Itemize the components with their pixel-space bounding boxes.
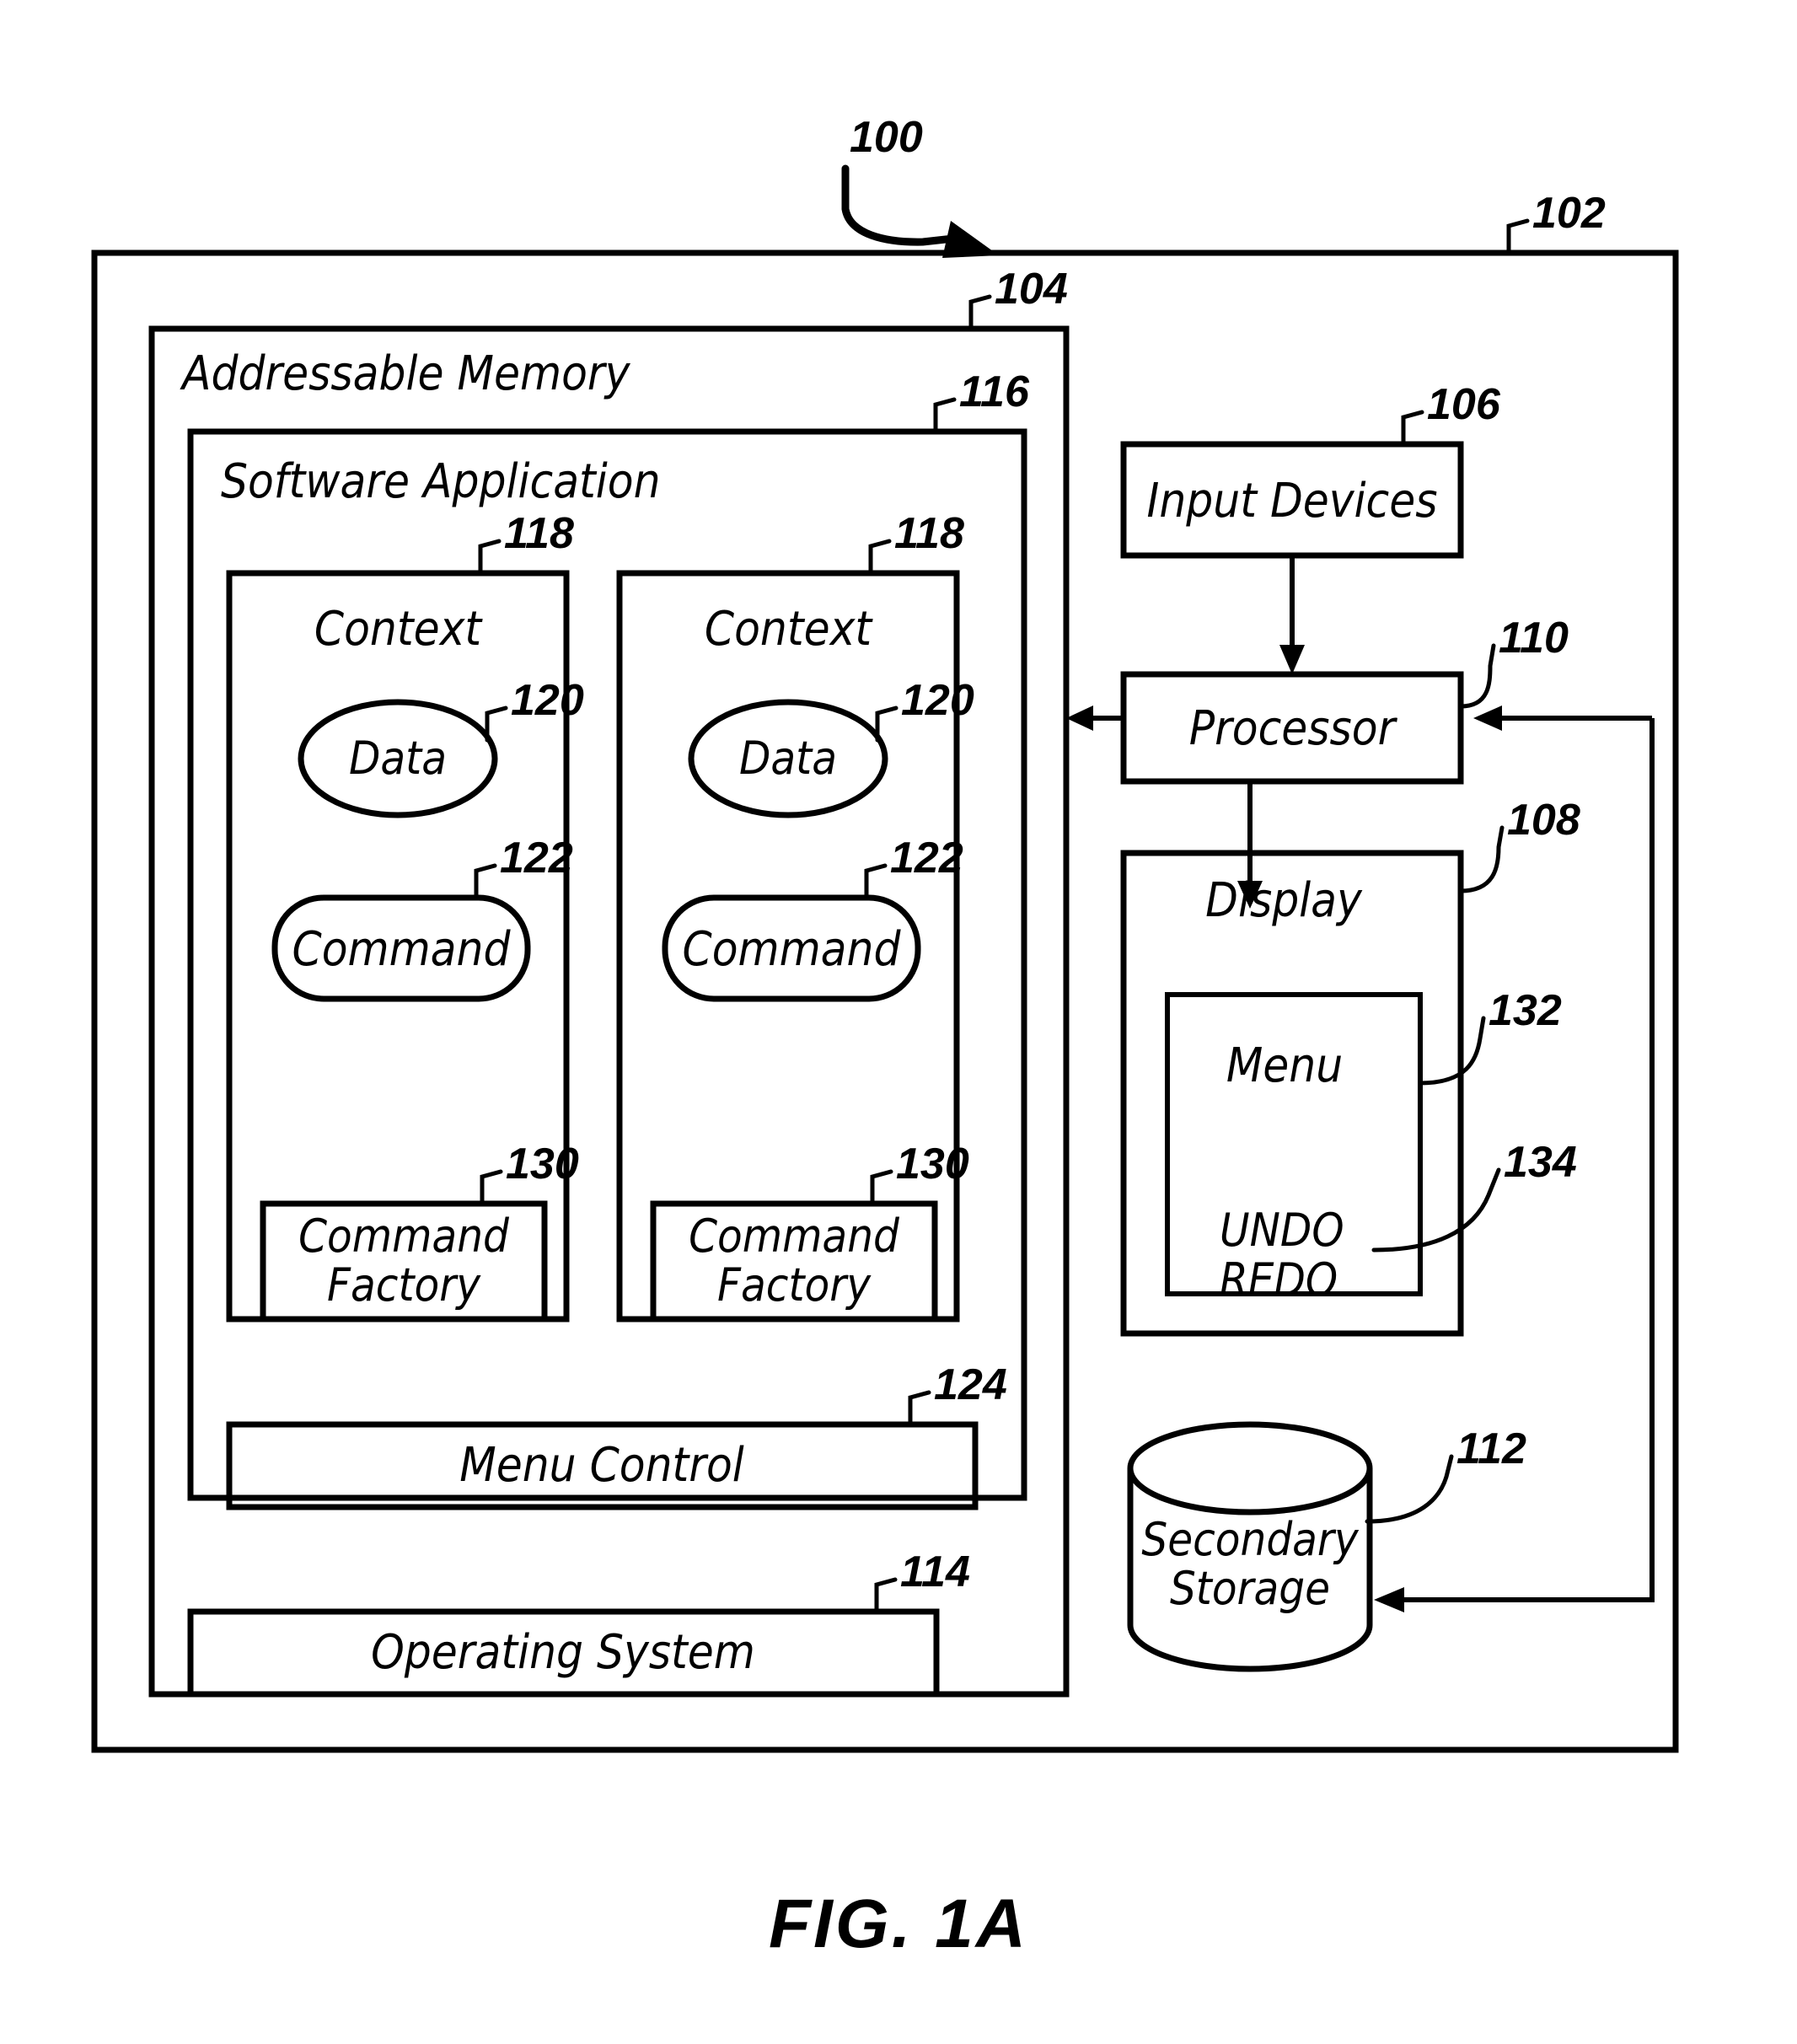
ref-102-leader	[1506, 218, 1530, 255]
secondary-storage-label-line2: Storage	[1170, 1562, 1330, 1615]
ref-116-leader	[933, 397, 957, 434]
arrow-storage-bus-to-processor	[1473, 705, 1652, 731]
arrow-input-to-processor	[1279, 555, 1305, 674]
ref-106-leader	[1401, 410, 1424, 447]
ref-numeral-130-left: 130	[506, 1140, 579, 1188]
ref-numeral-102: 102	[1532, 189, 1606, 238]
ref-112-leader	[1365, 1454, 1454, 1524]
ref-numeral-108: 108	[1507, 796, 1580, 845]
menu-label: Menu	[1226, 1038, 1343, 1093]
menu-control-label: Menu Control	[459, 1438, 744, 1493]
ref-130-right-leader	[870, 1169, 893, 1206]
software-application-label: Software Application	[221, 454, 661, 509]
command-factory-label-right-line2: Factory	[717, 1258, 872, 1312]
ref-numeral-132: 132	[1489, 986, 1562, 1035]
figure-caption: FIG. 1A	[769, 1886, 1028, 1962]
ref-120-right-leader	[875, 705, 898, 743]
command-factory-label-right-line1: Command	[689, 1210, 900, 1263]
ref-124-leader	[908, 1390, 931, 1427]
ref-108-leader	[1458, 825, 1505, 893]
ref-numeral-130-right: 130	[896, 1140, 969, 1188]
ref-104-leader	[968, 294, 992, 331]
secondary-storage-label-line1: Secondary	[1141, 1513, 1360, 1566]
ref-numeral-118-left: 118	[504, 509, 574, 558]
ref-120-left-leader	[485, 705, 508, 743]
ref-130-left-leader	[480, 1169, 503, 1206]
context-label-right: Context	[705, 602, 874, 657]
data-label-left: Data	[349, 732, 447, 785]
ref-numeral-124: 124	[934, 1360, 1007, 1409]
patent-figure-1a: Addressable Memory Software Application …	[0, 0, 1797, 2044]
ref-numeral-120-right: 120	[901, 676, 974, 725]
command-label-right: Command	[683, 922, 902, 977]
ref-numeral-122-right: 122	[890, 834, 963, 883]
ref-134-leader	[1371, 1167, 1501, 1253]
ref-numeral-120-left: 120	[511, 676, 584, 725]
ref-110-leader	[1458, 643, 1496, 709]
ref-numeral-100: 100	[850, 113, 923, 162]
ref-118-left-leader	[478, 539, 502, 576]
ref-numeral-116: 116	[959, 367, 1030, 416]
redo-label: REDO	[1220, 1253, 1338, 1306]
command-factory-label-left-line1: Command	[298, 1210, 510, 1263]
ref-numeral-104: 104	[995, 265, 1068, 314]
arrow-processor-to-memory	[1066, 705, 1124, 731]
ref-118-right-leader	[868, 539, 892, 576]
ref-numeral-114: 114	[900, 1548, 970, 1596]
display-label: Display	[1205, 873, 1363, 928]
ref-122-right-leader	[864, 863, 888, 900]
data-label-right: Data	[739, 732, 837, 785]
ref-numeral-118-right: 118	[894, 509, 964, 558]
system-ref-arrow	[841, 164, 999, 258]
ref-numeral-122-left: 122	[500, 834, 573, 883]
processor-label: Processor	[1189, 701, 1398, 756]
ref-122-left-leader	[474, 863, 497, 900]
operating-system-label: Operating System	[371, 1625, 755, 1680]
ref-114-leader	[874, 1577, 898, 1614]
command-label-left: Command	[292, 922, 512, 977]
ref-numeral-106: 106	[1427, 380, 1501, 429]
ref-numeral-110: 110	[1499, 614, 1569, 663]
context-label-left: Context	[314, 602, 484, 657]
undo-label: UNDO	[1220, 1204, 1344, 1257]
input-devices-label: Input Devices	[1146, 474, 1437, 528]
ref-numeral-112: 112	[1456, 1424, 1526, 1473]
ref-132-leader	[1418, 1016, 1486, 1086]
addressable-memory-label: Addressable Memory	[180, 346, 631, 401]
figure-canvas: Addressable Memory Software Application …	[91, 113, 1679, 1962]
command-factory-label-left-line2: Factory	[327, 1258, 481, 1312]
ref-numeral-134: 134	[1504, 1138, 1577, 1187]
